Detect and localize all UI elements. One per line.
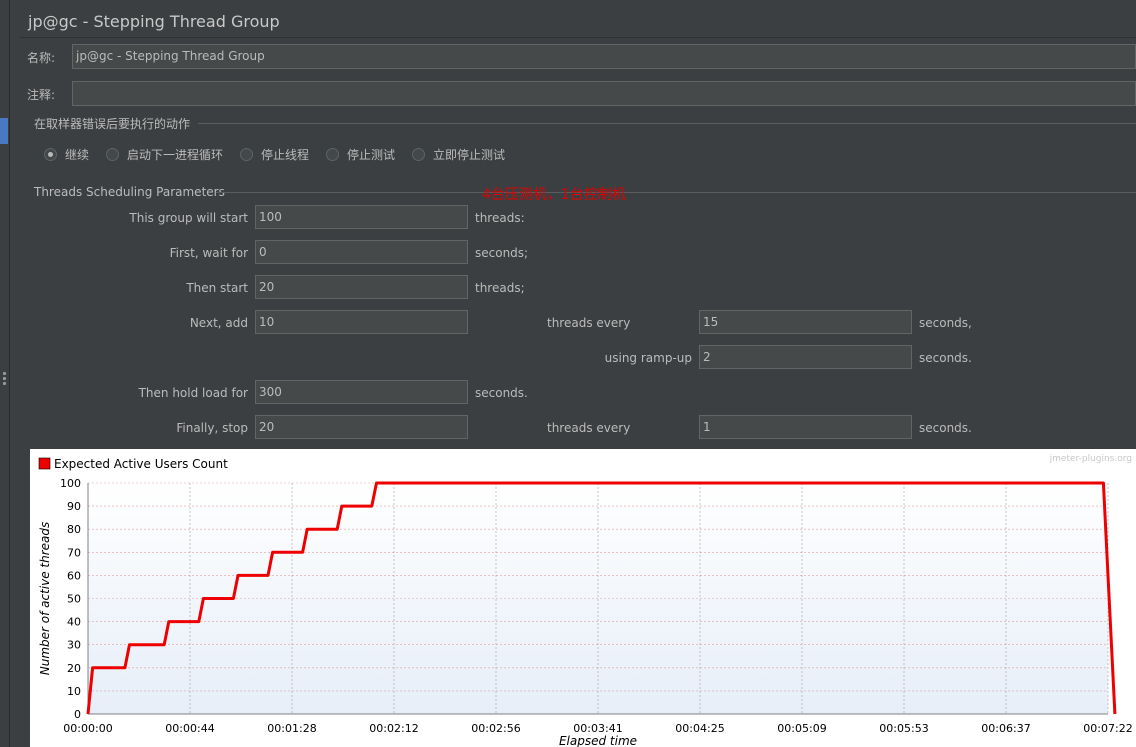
comment-input[interactable]: [72, 81, 1136, 106]
name-input[interactable]: jp@gc - Stepping Thread Group: [72, 44, 1136, 69]
start-threads-input[interactable]: 100: [255, 205, 468, 229]
radio-icon: [326, 147, 339, 161]
radio-start-next-loop[interactable]: 启动下一进程循环: [106, 146, 223, 162]
stop-every-label: threads every: [547, 421, 631, 435]
stop-every-unit: seconds.: [919, 421, 972, 435]
x-tick-label: 00:06:37: [981, 722, 1030, 735]
y-tick-label: 10: [67, 685, 81, 698]
left-tree-panel: [0, 0, 10, 747]
x-axis-label: Elapsed time: [559, 734, 637, 747]
threads-every-label: threads every: [547, 316, 631, 330]
radio-continue[interactable]: 继续: [44, 146, 89, 162]
radio-icon: [412, 147, 425, 161]
then-start-label: Then start: [186, 281, 248, 295]
params-section-line: [216, 192, 1136, 193]
title-divider: [20, 37, 1136, 38]
initial-delay-input[interactable]: 0: [255, 240, 468, 264]
error-action-section-title: 在取样器错误后要执行的动作: [34, 117, 191, 131]
threads-every-unit: seconds,: [919, 316, 972, 330]
initial-delay-label: First, wait for: [169, 246, 248, 260]
start-threads-label: This group will start: [129, 211, 248, 225]
finally-stop-label: Finally, stop: [176, 421, 248, 435]
y-tick-label: 50: [67, 593, 81, 606]
x-tick-label: 00:01:28: [267, 722, 316, 735]
then-start-unit: threads;: [475, 281, 525, 295]
radio-icon: [240, 147, 253, 161]
error-action-section-line: [198, 123, 1136, 124]
x-tick-label: 00:05:53: [879, 722, 928, 735]
chart-svg: 0 10 20 30 40 50 60 70 80 90 100 00:00:00 00:00:44 00…: [38, 454, 1133, 747]
x-tick-label: 00:04:25: [675, 722, 724, 735]
legend-label: Expected Active Users Count: [54, 457, 228, 471]
ramp-up-unit: seconds.: [919, 351, 972, 365]
stop-every-input[interactable]: 1: [699, 415, 912, 439]
next-add-input[interactable]: 10: [255, 310, 468, 334]
x-tick-label: 00:05:09: [777, 722, 826, 735]
next-add-label: Next, add: [189, 316, 248, 330]
y-tick-label: 0: [74, 708, 81, 721]
threads-every-input[interactable]: 15: [699, 310, 912, 334]
hold-load-label: Then hold load for: [138, 386, 248, 400]
radio-icon: [106, 147, 119, 161]
annotation-note: 4台压测机，1台控制机: [482, 187, 626, 203]
x-tick-label: 00:07:22: [1083, 722, 1132, 735]
x-tick-label: 00:00:00: [63, 722, 112, 735]
radio-label: 立即停止测试: [433, 147, 506, 162]
tree-selection-indicator: [0, 118, 8, 144]
y-tick-label: 20: [67, 662, 81, 675]
x-tick-label: 00:02:12: [369, 722, 418, 735]
y-tick-label: 90: [67, 500, 81, 513]
thread-schedule-chart: 0 10 20 30 40 50 60 70 80 90 100 00:00:00 00:00:44 00…: [30, 449, 1136, 747]
legend-swatch: [38, 457, 51, 470]
radio-stop-test-now[interactable]: 立即停止测试: [412, 146, 505, 162]
y-tick-label: 60: [67, 569, 81, 582]
x-tick-label: 00:00:44: [165, 722, 214, 735]
y-tick-label: 40: [67, 616, 81, 629]
start-threads-unit: threads:: [475, 211, 525, 225]
radio-stop-thread[interactable]: 停止线程: [240, 146, 309, 162]
hold-load-input[interactable]: 300: [255, 380, 468, 404]
y-tick-label: 80: [67, 523, 81, 536]
radio-label: 启动下一进程循环: [127, 147, 224, 162]
then-start-input[interactable]: 20: [255, 275, 468, 299]
ramp-up-label: using ramp-up: [604, 351, 692, 365]
page-title: jp@gc - Stepping Thread Group: [28, 12, 280, 31]
name-label: 名称:: [27, 51, 56, 65]
y-tick-label: 30: [67, 639, 81, 652]
finally-stop-input[interactable]: 20: [255, 415, 468, 439]
x-tick-label: 00:02:56: [471, 722, 520, 735]
y-axis-label: Number of active threads: [38, 522, 52, 676]
stepping-thread-group-panel: jp@gc - Stepping Thread Group 名称: jp@gc …: [10, 0, 1136, 747]
params-section-title: Threads Scheduling Parameters: [34, 185, 225, 199]
y-tick-label: 100: [60, 477, 81, 490]
hold-load-unit: seconds.: [475, 386, 528, 400]
ramp-up-input[interactable]: 2: [699, 345, 912, 369]
radio-label: 继续: [65, 147, 90, 162]
radio-label: 停止测试: [347, 147, 396, 162]
y-tick-label: 70: [67, 546, 81, 559]
radio-selected-icon: [44, 147, 57, 161]
watermark-text: jmeter-plugins.org: [1049, 454, 1132, 464]
initial-delay-unit: seconds;: [475, 246, 529, 260]
splitter-handle-icon[interactable]: [3, 372, 7, 392]
radio-stop-test[interactable]: 停止测试: [326, 146, 395, 162]
comment-label: 注释:: [27, 88, 56, 102]
radio-label: 停止线程: [261, 147, 310, 162]
